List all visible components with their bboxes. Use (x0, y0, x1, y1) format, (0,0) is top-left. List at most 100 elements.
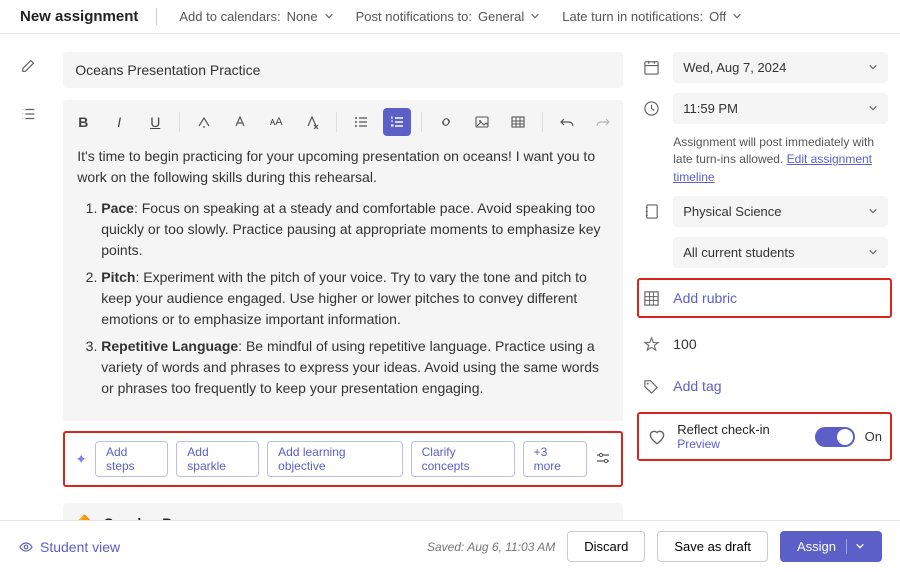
assign-button[interactable]: Assign (780, 531, 882, 562)
clock-icon (641, 100, 661, 117)
due-date-value: Wed, Aug 7, 2024 (683, 60, 786, 75)
table-button[interactable] (504, 108, 532, 136)
term: Pace (101, 200, 134, 216)
assign-label: Assign (797, 539, 836, 554)
discard-button[interactable]: Discard (567, 531, 645, 562)
post-note: Assignment will post immediately with la… (641, 134, 888, 186)
calendar-icon (641, 59, 661, 76)
font-size-button[interactable]: ᴀA (262, 108, 290, 136)
chip-add-sparkle[interactable]: Add sparkle (176, 441, 259, 477)
chip-add-steps[interactable]: Add steps (95, 441, 168, 477)
calendars-value: None (287, 9, 318, 24)
chevron-down-icon (324, 9, 334, 24)
due-time-field[interactable]: 11:59 PM (673, 93, 888, 124)
left-rail (20, 52, 45, 568)
assignment-title-value: Oceans Presentation Practice (75, 62, 260, 78)
heart-icon (647, 427, 667, 447)
chip-more[interactable]: +3 more (523, 441, 588, 477)
assignees-field[interactable]: All current students (673, 237, 888, 268)
instructions-list: Pace: Focus on speaking at a steady and … (77, 198, 609, 399)
tag-icon (641, 378, 661, 395)
due-date-field[interactable]: Wed, Aug 7, 2024 (673, 52, 888, 83)
link-button[interactable] (432, 108, 460, 136)
chip-add-learning-objective[interactable]: Add learning objective (267, 441, 402, 477)
main-column: Oceans Presentation Practice B I U ᴀA (63, 52, 623, 568)
add-rubric-link[interactable]: Add rubric (673, 282, 884, 314)
reflect-checkin-row: Reflect check-in Preview On (637, 412, 892, 461)
instruction-item: Repetitive Language: Be mindful of using… (101, 336, 609, 399)
points-row: 100 (641, 328, 888, 360)
calendars-label: Add to calendars: (179, 9, 280, 24)
course-field[interactable]: Physical Science (673, 196, 888, 227)
add-rubric-row: Add rubric (641, 282, 884, 314)
reflect-toggle[interactable] (815, 427, 855, 447)
italic-button[interactable]: I (105, 108, 133, 136)
post-notifications-option[interactable]: Post notifications to: General (356, 9, 541, 24)
clear-format-button[interactable] (298, 108, 326, 136)
underline-button[interactable]: U (141, 108, 169, 136)
chevron-down-icon (530, 9, 540, 24)
bold-button[interactable]: B (69, 108, 97, 136)
toggle-knob (837, 429, 853, 445)
instruction-item: Pace: Focus on speaking at a steady and … (101, 198, 609, 261)
chevron-down-icon (868, 245, 878, 260)
assignees-value: All current students (683, 245, 794, 260)
due-time-row: 11:59 PM (641, 93, 888, 124)
term: Repetitive Language (101, 338, 238, 354)
add-tag-link[interactable]: Add tag (673, 370, 888, 402)
chip-clarify-concepts[interactable]: Clarify concepts (411, 441, 515, 477)
numbered-list-button[interactable] (383, 108, 411, 136)
pencil-icon[interactable] (20, 56, 45, 77)
toolbar-sep (421, 112, 422, 132)
rubric-grid-icon (641, 290, 661, 307)
toolbar-sep (542, 112, 543, 132)
late-label: Late turn in notifications: (562, 9, 703, 24)
chevron-down-icon (868, 204, 878, 219)
chevron-down-icon (868, 60, 878, 75)
calendars-option[interactable]: Add to calendars: None (179, 9, 333, 24)
footer-bar: Student view Saved: Aug 6, 11:03 AM Disc… (0, 520, 900, 572)
late-notifications-option[interactable]: Late turn in notifications: Off (562, 9, 742, 24)
top-options-bar: New assignment Add to calendars: None Po… (0, 0, 900, 34)
list-icon[interactable] (20, 105, 45, 126)
student-view-link[interactable]: Student view (18, 539, 120, 555)
image-button[interactable] (468, 108, 496, 136)
assign-split-icon[interactable] (846, 539, 865, 554)
toolbar-sep (336, 112, 337, 132)
sparkle-icon: ✦ (75, 451, 87, 468)
star-icon (641, 336, 661, 353)
points-value[interactable]: 100 (673, 328, 888, 360)
late-value: Off (709, 9, 726, 24)
highlight-button[interactable] (190, 108, 218, 136)
term-text: : Experiment with the pitch of your voic… (101, 269, 587, 327)
reflect-labels: Reflect check-in Preview (677, 422, 804, 451)
formatting-toolbar: B I U ᴀA (63, 102, 623, 142)
student-view-label: Student view (40, 539, 120, 555)
add-rubric-highlight: Add rubric (637, 278, 892, 318)
undo-button[interactable] (553, 108, 581, 136)
saved-timestamp: Saved: Aug 6, 11:03 AM (427, 540, 555, 554)
reflect-preview-link[interactable]: Preview (677, 437, 804, 451)
course-value: Physical Science (683, 204, 781, 219)
reflect-title: Reflect check-in (677, 422, 804, 437)
ai-suggestions-row: ✦ Add steps Add sparkle Add learning obj… (63, 431, 623, 487)
font-color-button[interactable] (226, 108, 254, 136)
post-label: Post notifications to: (356, 9, 472, 24)
assignment-title-input[interactable]: Oceans Presentation Practice (63, 52, 623, 88)
right-sidebar: Wed, Aug 7, 2024 11:59 PM Assignment wil… (641, 52, 888, 568)
redo-button[interactable] (589, 108, 617, 136)
due-date-row: Wed, Aug 7, 2024 (641, 52, 888, 83)
bullet-list-button[interactable] (347, 108, 375, 136)
term: Pitch (101, 269, 135, 285)
toolbar-sep (179, 112, 180, 132)
instruction-item: Pitch: Experiment with the pitch of your… (101, 267, 609, 330)
sliders-icon[interactable] (595, 450, 611, 469)
post-value: General (478, 9, 524, 24)
notebook-icon (641, 203, 661, 220)
rich-text-editor: B I U ᴀA It's time to begin (63, 100, 623, 421)
save-draft-button[interactable]: Save as draft (657, 531, 768, 562)
add-tag-row: Add tag (641, 370, 888, 402)
due-time-value: 11:59 PM (683, 101, 738, 116)
instructions-body[interactable]: It's time to begin practicing for your u… (63, 142, 623, 421)
chevron-down-icon (732, 9, 742, 24)
